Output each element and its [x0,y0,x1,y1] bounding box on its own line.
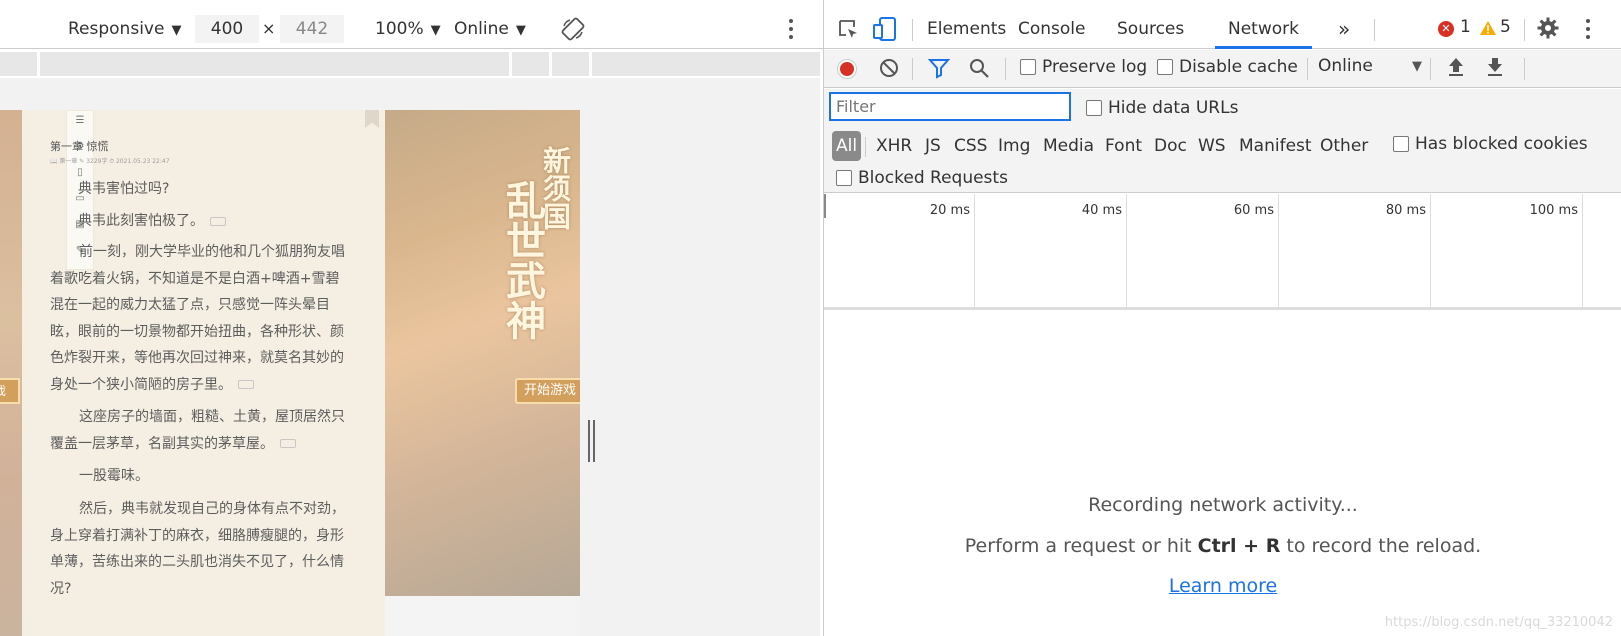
device-throttle-select[interactable]: Online ▼ [454,17,526,41]
device-mode-select[interactable]: Responsive ▼ [68,17,181,41]
error-icon[interactable]: ✕ [1438,21,1454,37]
network-toolbar: Preserve log Disable cache Online ▼ [824,50,1621,88]
device-throttle-label: Online [454,19,509,39]
search-icon[interactable] [968,57,990,83]
media-query-ruler[interactable] [0,52,820,76]
gear-icon[interactable] [1536,16,1560,44]
error-count[interactable]: 1 [1460,17,1471,37]
checkbox[interactable] [1020,58,1036,75]
clear-icon[interactable] [878,57,900,83]
tab-network[interactable]: Network [1215,9,1312,49]
device-toolbar-icon[interactable] [872,17,898,45]
device-emulation-area: Responsive▼ 400 × 442 100%▼ Online▼ 游戏 新… [0,0,823,636]
timeline-label: 100 ms [1529,203,1578,218]
network-overview-timeline[interactable]: 20 ms 40 ms 60 ms 80 ms 100 ms [824,194,1621,310]
width-input[interactable]: 400 [195,15,259,43]
devtools-tabbar: Elements Console Sources Network » ✕ 1 5 [824,9,1621,49]
blocked-requests-checkbox[interactable]: Blocked Requests [836,167,1008,188]
timeline-label: 60 ms [1233,203,1274,218]
filter-bar: Hide data URLs All XHR JS CSS Img Media … [824,89,1621,193]
type-filter-img[interactable]: Img [998,131,1030,161]
blocked-requests-label: Blocked Requests [858,167,1008,188]
height-input[interactable]: 442 [280,15,344,43]
network-throttle-select[interactable]: Online [1318,56,1373,76]
zoom-select[interactable]: 100% ▼ [375,17,441,41]
more-options-icon[interactable] [1585,19,1590,43]
disable-cache-label: Disable cache [1179,56,1298,77]
dimension-separator: × [262,19,276,38]
timeline-label: 20 ms [929,203,970,218]
rotate-icon[interactable] [561,17,585,45]
device-mode-label: Responsive [68,19,165,39]
type-filter-manifest[interactable]: Manifest [1239,131,1312,161]
caret-down-icon: ▼ [430,23,441,38]
checkbox[interactable] [1086,99,1102,116]
more-tabs-icon[interactable]: » [1338,9,1350,49]
empty-requests-area: Recording network activity... Perform a … [824,313,1621,636]
watermark: https://blog.csdn.net/qq_33210042 [1384,615,1613,630]
type-filter-css[interactable]: CSS [954,131,987,161]
viewport-resize-handle[interactable] [588,420,598,462]
preserve-log-label: Preserve log [1042,56,1148,77]
filter-icon[interactable] [927,57,951,83]
record-icon[interactable] [837,59,857,79]
caret-down-icon[interactable]: ▼ [1412,59,1422,74]
tab-elements[interactable]: Elements [927,9,1006,49]
import-har-icon[interactable] [1446,56,1466,82]
type-filter-doc[interactable]: Doc [1154,131,1187,161]
inspect-element-icon[interactable] [836,17,860,45]
caret-down-icon: ▼ [515,23,526,38]
preserve-log-checkbox[interactable]: Preserve log [1020,56,1147,77]
type-filter-xhr[interactable]: XHR [876,131,912,161]
hide-data-urls-checkbox[interactable]: Hide data URLs [1086,97,1238,118]
has-blocked-cookies-label: Has blocked cookies [1415,133,1588,154]
export-har-icon[interactable] [1485,56,1505,82]
type-filter-font[interactable]: Font [1105,131,1142,161]
more-options-icon[interactable] [788,19,794,41]
checkbox[interactable] [1393,135,1409,152]
timeline-label: 80 ms [1385,203,1426,218]
type-filter-all[interactable]: All [832,131,862,161]
recording-hint: Perform a request or hit Ctrl + R to rec… [964,535,1482,557]
type-filter-ws[interactable]: WS [1198,131,1226,161]
warning-count[interactable]: 5 [1500,17,1511,37]
checkbox[interactable] [836,169,852,186]
timeline-label: 40 ms [1081,203,1122,218]
has-blocked-cookies-checkbox[interactable]: Has blocked cookies [1393,133,1588,154]
warning-icon[interactable] [1479,20,1497,40]
hide-data-urls-label: Hide data URLs [1108,97,1239,118]
type-filter-js[interactable]: JS [925,131,941,161]
caret-down-icon: ▼ [171,23,182,38]
recording-status: Recording network activity... [1088,494,1358,516]
tab-sources[interactable]: Sources [1117,9,1184,49]
zoom-label: 100% [375,19,424,39]
checkbox[interactable] [1157,58,1173,75]
device-toolbar: Responsive ▼ 400 × 442 100% ▼ Online ▼ [0,9,823,49]
learn-more-link[interactable]: Learn more [824,575,1621,597]
type-filter-other[interactable]: Other [1320,131,1368,161]
disable-cache-checkbox[interactable]: Disable cache [1157,56,1298,77]
tab-console[interactable]: Console [1018,9,1086,49]
devtools-panel: Elements Console Sources Network » ✕ 1 5 [823,0,1621,636]
filter-input[interactable] [829,92,1071,121]
type-filter-media[interactable]: Media [1043,131,1094,161]
